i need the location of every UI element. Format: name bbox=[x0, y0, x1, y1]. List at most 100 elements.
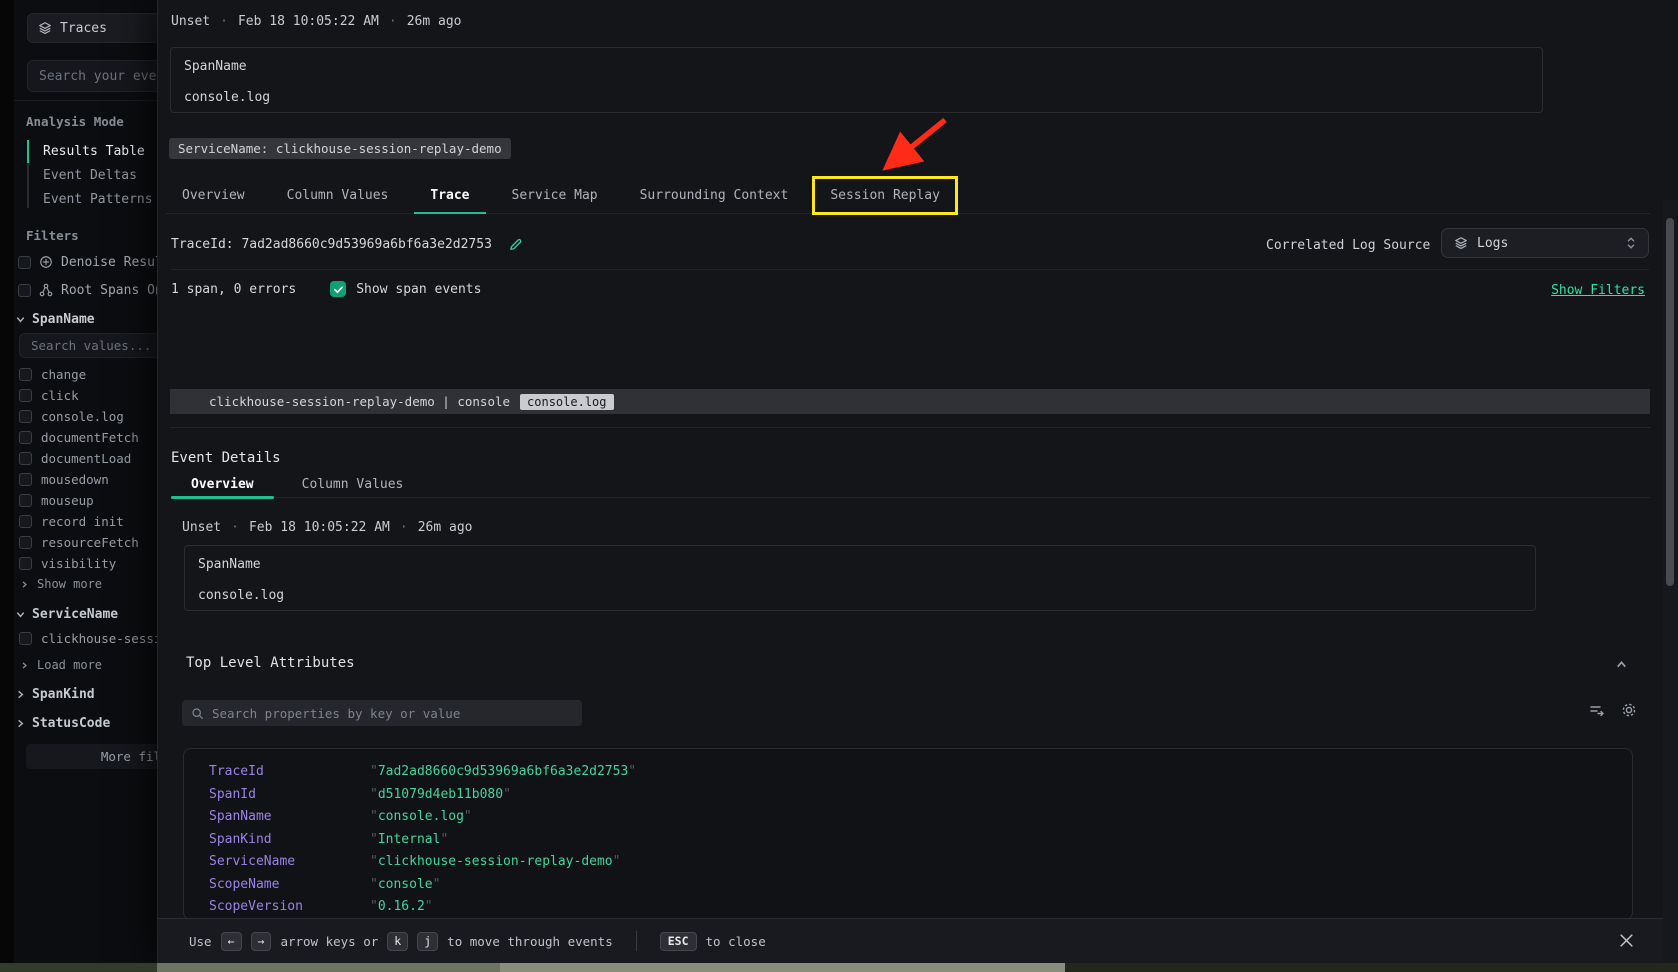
filter-lines-icon[interactable] bbox=[1589, 702, 1605, 718]
span-summary-row: 1 span, 0 errors Show span events bbox=[171, 281, 481, 297]
mode-item-event-patterns[interactable]: Event Patterns bbox=[43, 190, 153, 210]
value-label: record init bbox=[41, 514, 124, 529]
filter-value-row[interactable]: change bbox=[14, 364, 157, 385]
attribute-row[interactable]: SpanKindInternal bbox=[209, 829, 1632, 852]
mode-item-results-table[interactable]: Results Table bbox=[43, 142, 145, 162]
event-timestamp: Feb 18 10:05:22 AM bbox=[249, 520, 390, 535]
root-spans-checkbox[interactable] bbox=[18, 284, 31, 297]
group-spanname[interactable]: SpanName bbox=[15, 312, 95, 327]
value-checkbox[interactable] bbox=[19, 632, 32, 645]
filter-root-spans-row[interactable]: Root Spans Only bbox=[18, 282, 157, 298]
event-tab-column-values[interactable]: Column Values bbox=[282, 472, 424, 497]
source-selector[interactable]: Traces bbox=[27, 13, 157, 43]
denoise-checkbox[interactable] bbox=[18, 256, 31, 269]
mode-item-event-deltas[interactable]: Event Deltas bbox=[43, 166, 137, 186]
attribute-row[interactable]: ScopeNameconsole bbox=[209, 874, 1632, 897]
attribute-value: 7ad2ad8660c9d53969a6bf6a3e2d2753 bbox=[370, 764, 636, 779]
right-arrow-key: → bbox=[251, 932, 272, 951]
footer-text: to close bbox=[706, 934, 766, 949]
value-checkbox[interactable] bbox=[19, 536, 32, 549]
bottom-strip-right bbox=[1065, 963, 1678, 972]
search-icon bbox=[191, 707, 204, 720]
attribute-value: clickhouse-session-replay-demo bbox=[370, 854, 620, 869]
value-checkbox[interactable] bbox=[19, 368, 32, 381]
filter-value-row[interactable]: documentLoad bbox=[14, 448, 157, 469]
load-more-button[interactable]: Load more bbox=[20, 658, 102, 672]
filter-denoise-row[interactable]: Denoise Results bbox=[18, 254, 157, 270]
value-checkbox[interactable] bbox=[19, 410, 32, 423]
edit-icon[interactable] bbox=[508, 237, 523, 252]
attribute-row[interactable]: ServiceNameclickhouse-session-replay-dem… bbox=[209, 851, 1632, 874]
span-card-label: SpanName bbox=[198, 557, 261, 572]
search-events-input[interactable]: Search your events bbox=[27, 60, 157, 92]
filter-value-row[interactable]: mouseup bbox=[14, 490, 157, 511]
filter-value-row[interactable]: clickhouse-session-replay-demo bbox=[14, 628, 157, 649]
value-checkbox[interactable] bbox=[19, 452, 32, 465]
value-checkbox[interactable] bbox=[19, 473, 32, 486]
collapse-section-button[interactable] bbox=[1615, 658, 1628, 671]
show-span-events-label[interactable]: Show span events bbox=[356, 282, 481, 297]
show-span-events-checkbox[interactable] bbox=[330, 281, 346, 297]
value-label: change bbox=[41, 367, 86, 382]
filter-value-row[interactable]: visibility bbox=[14, 553, 157, 574]
tab-trace[interactable]: Trace bbox=[414, 178, 485, 213]
horizontal-scrollbar[interactable] bbox=[157, 963, 500, 972]
attribute-key: ScopeName bbox=[209, 874, 370, 897]
search-values-input[interactable]: Search values... bbox=[19, 333, 157, 358]
value-label: documentFetch bbox=[41, 430, 139, 445]
waterfall-span-bar[interactable]: clickhouse-session-replay-demo | console… bbox=[170, 389, 1650, 414]
group-spankind[interactable]: SpanKind bbox=[15, 687, 95, 702]
attributes-table: TraceId7ad2ad8660c9d53969a6bf6a3e2d2753 … bbox=[183, 748, 1633, 920]
event-tab-overview[interactable]: Overview bbox=[171, 472, 274, 497]
more-filters-button[interactable]: More filters bbox=[26, 744, 157, 769]
tab-session-replay[interactable]: Session Replay bbox=[814, 178, 956, 213]
show-more-label: Show more bbox=[37, 577, 102, 591]
value-checkbox[interactable] bbox=[19, 515, 32, 528]
chevron-right-icon bbox=[15, 689, 26, 700]
close-icon[interactable] bbox=[1616, 930, 1636, 950]
event-relative-time: 26m ago bbox=[407, 14, 462, 29]
attribute-key: SpanId bbox=[209, 784, 370, 807]
filter-value-row[interactable]: documentFetch bbox=[14, 427, 157, 448]
attribute-row[interactable]: SpanNameconsole.log bbox=[209, 806, 1632, 829]
tab-column-values[interactable]: Column Values bbox=[271, 178, 405, 213]
select-chevrons-icon bbox=[1626, 236, 1636, 250]
gear-icon[interactable] bbox=[1621, 702, 1637, 718]
correlated-log-source-select[interactable]: Logs bbox=[1441, 228, 1649, 258]
load-more-label: Load more bbox=[37, 658, 102, 672]
span-card-value: console.log bbox=[198, 588, 284, 603]
filter-value-row[interactable]: resourceFetch bbox=[14, 532, 157, 553]
scrollbar-thumb[interactable] bbox=[1666, 218, 1674, 586]
group-statuscode[interactable]: StatusCode bbox=[15, 716, 110, 731]
value-checkbox[interactable] bbox=[19, 494, 32, 507]
attribute-row[interactable]: ScopeVersion0.16.2 bbox=[209, 896, 1632, 919]
tab-overview[interactable]: Overview bbox=[166, 178, 261, 213]
trace-id-value: 7ad2ad8660c9d53969a6bf6a3e2d2753 bbox=[241, 237, 491, 252]
value-label: visibility bbox=[41, 556, 116, 571]
value-checkbox[interactable] bbox=[19, 557, 32, 570]
service-name-badge[interactable]: ServiceName: clickhouse-session-replay-d… bbox=[169, 138, 511, 159]
group-statuscode-label: StatusCode bbox=[32, 716, 110, 731]
tab-service-map[interactable]: Service Map bbox=[496, 178, 614, 213]
show-more-button[interactable]: Show more bbox=[20, 577, 102, 591]
horizontal-scrollbar-thumb[interactable] bbox=[500, 963, 1065, 972]
sidebar: Traces Search your events Analysis Mode … bbox=[0, 0, 157, 963]
filter-value-row[interactable]: console.log bbox=[14, 406, 157, 427]
filter-value-row[interactable]: click bbox=[14, 385, 157, 406]
filter-value-row[interactable]: mousedown bbox=[14, 469, 157, 490]
value-checkbox[interactable] bbox=[19, 389, 32, 402]
property-search-input[interactable]: Search properties by key or value bbox=[182, 700, 582, 726]
attribute-row[interactable]: TraceId7ad2ad8660c9d53969a6bf6a3e2d2753 bbox=[209, 761, 1632, 784]
show-filters-link[interactable]: Show Filters bbox=[1551, 283, 1645, 298]
meta-separator: · bbox=[231, 520, 239, 535]
attribute-row[interactable]: SpanIdd51079d4eb11b080 bbox=[209, 784, 1632, 807]
filter-value-row[interactable]: record init bbox=[14, 511, 157, 532]
shortcuts-footer: Use ← → arrow keys or k j to move throug… bbox=[158, 918, 1678, 963]
divider bbox=[171, 269, 1649, 270]
status-badge: Unset bbox=[171, 14, 210, 29]
trace-id-text: TraceId: 7ad2ad8660c9d53969a6bf6a3e2d275… bbox=[171, 237, 492, 252]
span-card-value: console.log bbox=[184, 90, 270, 105]
value-checkbox[interactable] bbox=[19, 431, 32, 444]
tab-surrounding-context[interactable]: Surrounding Context bbox=[624, 178, 805, 213]
group-servicename[interactable]: ServiceName bbox=[15, 607, 118, 622]
